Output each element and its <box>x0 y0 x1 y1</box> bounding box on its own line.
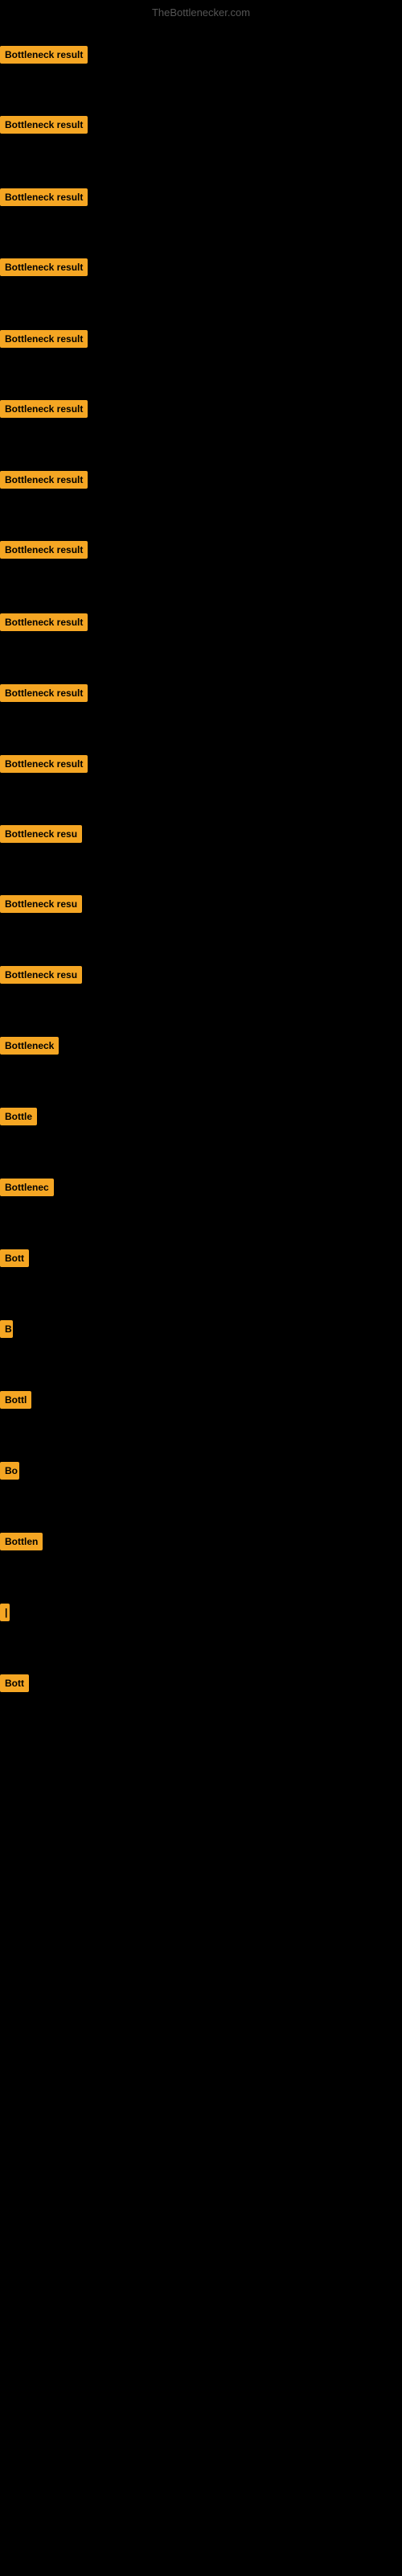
bottleneck-badge-9: Bottleneck result <box>0 613 88 631</box>
bottleneck-badge-7: Bottleneck result <box>0 471 88 489</box>
bottleneck-badge-3: Bottleneck result <box>0 188 88 206</box>
bottleneck-badge-24: Bott <box>0 1674 29 1692</box>
bottleneck-badge-13: Bottleneck resu <box>0 895 82 913</box>
bottleneck-badge-16: Bottle <box>0 1108 37 1125</box>
bottleneck-badge-8: Bottleneck result <box>0 541 88 559</box>
bottleneck-badge-6: Bottleneck result <box>0 400 88 418</box>
site-title: TheBottlenecker.com <box>152 6 250 19</box>
bottleneck-badge-18: Bott <box>0 1249 29 1267</box>
bottleneck-badge-4: Bottleneck result <box>0 258 88 276</box>
bottleneck-badge-23: | <box>0 1604 10 1621</box>
bottleneck-badge-15: Bottleneck <box>0 1037 59 1055</box>
bottleneck-badge-11: Bottleneck result <box>0 755 88 773</box>
bottleneck-badge-5: Bottleneck result <box>0 330 88 348</box>
bottleneck-badge-1: Bottleneck result <box>0 46 88 64</box>
bottleneck-badge-17: Bottlenec <box>0 1179 54 1196</box>
bottleneck-badge-20: Bottl <box>0 1391 31 1409</box>
bottleneck-badge-12: Bottleneck resu <box>0 825 82 843</box>
bottleneck-badge-14: Bottleneck resu <box>0 966 82 984</box>
bottleneck-badge-19: B <box>0 1320 13 1338</box>
bottleneck-badge-2: Bottleneck result <box>0 116 88 134</box>
bottleneck-badge-21: Bo <box>0 1462 19 1480</box>
bottleneck-badge-10: Bottleneck result <box>0 684 88 702</box>
bottleneck-badge-22: Bottlen <box>0 1533 43 1550</box>
